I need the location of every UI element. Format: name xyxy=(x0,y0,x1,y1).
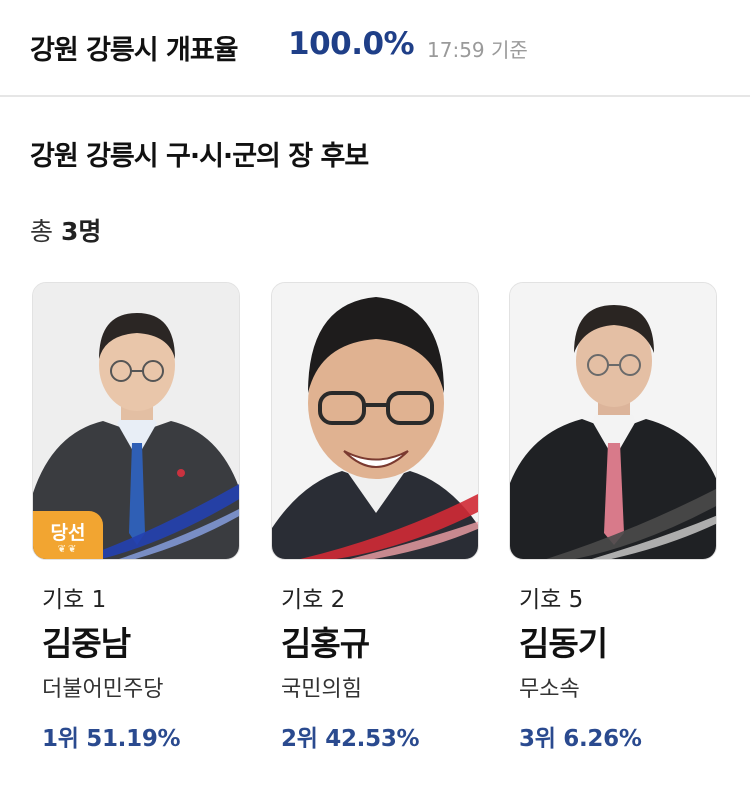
candidate-result: 2위 42.53% xyxy=(281,726,420,752)
candidate-name[interactable]: 김홍규 xyxy=(271,617,479,665)
candidate-photo[interactable]: 당선 ❦❦ xyxy=(32,282,240,560)
section-title: 강원 강릉시 구·시·군의 장 후보 xyxy=(30,141,369,172)
total-prefix: 총 xyxy=(30,217,54,246)
total-count: 총 3명 xyxy=(30,212,101,248)
counting-rate: 100.0% xyxy=(288,26,415,62)
candidate-portrait-image xyxy=(272,283,478,559)
candidate-card-2[interactable]: 기호 2 김홍규 국민의힘 2위 42.53% xyxy=(271,282,479,753)
candidate-party: 국민의힘 xyxy=(281,677,362,702)
candidate-name[interactable]: 김중남 xyxy=(32,617,240,665)
candidate-result: 3위 6.26% xyxy=(519,726,642,752)
candidate-symbol: 기호 5 xyxy=(519,587,584,613)
candidate-photo[interactable] xyxy=(509,282,717,560)
total-number: 3명 xyxy=(60,217,102,246)
elected-badge-label: 당선 xyxy=(50,522,86,544)
candidate-card-3[interactable]: 기호 5 김동기 무소속 3위 6.26% xyxy=(509,282,717,753)
header-title: 강원 강릉시 개표율 xyxy=(30,35,239,66)
candidate-name[interactable]: 김동기 xyxy=(509,617,717,665)
candidate-party: 무소속 xyxy=(519,677,580,702)
laurel-icon: ❦❦ xyxy=(57,544,79,555)
candidate-portrait-image xyxy=(510,283,716,559)
candidate-photo[interactable] xyxy=(271,282,479,560)
candidate-symbol: 기호 2 xyxy=(281,587,346,613)
elected-badge: 당선 ❦❦ xyxy=(33,511,103,559)
candidate-party: 더불어민주당 xyxy=(42,677,164,702)
candidate-symbol: 기호 1 xyxy=(42,587,107,613)
header-bar: 강원 강릉시 개표율 100.0% 17:59 기준 xyxy=(0,0,750,97)
candidate-result: 1위 51.19% xyxy=(42,726,181,752)
candidate-card-1[interactable]: 당선 ❦❦ 기호 1 김중남 더불어민주당 1위 51.19% xyxy=(32,282,240,753)
timestamp: 17:59 기준 xyxy=(427,38,528,62)
